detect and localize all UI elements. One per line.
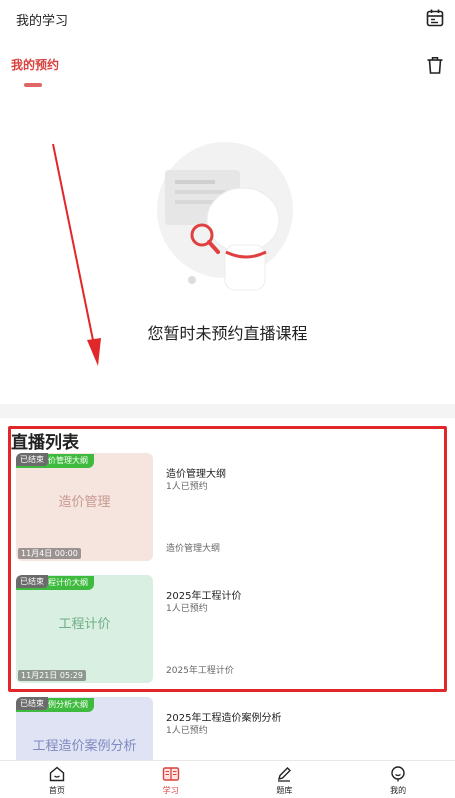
section-divider bbox=[0, 404, 455, 418]
live-list-title: 直播列表 bbox=[11, 433, 79, 453]
nav-question-bank[interactable]: 题库 bbox=[228, 761, 342, 798]
page-title: 我的学习 bbox=[16, 14, 69, 29]
booked-count: 1人已预约 bbox=[166, 726, 208, 736]
nav-study[interactable]: 学习 bbox=[114, 761, 228, 798]
status-badge: 已结束 bbox=[16, 575, 48, 588]
tab-indicator bbox=[24, 83, 42, 87]
nav-mine-label: 我的 bbox=[390, 786, 407, 795]
user-icon bbox=[391, 766, 405, 782]
nav-home[interactable]: 首页 bbox=[0, 761, 114, 798]
live-time: 11月21日 05:29 bbox=[18, 670, 86, 681]
course-category: 2025年工程计价 bbox=[166, 666, 234, 676]
live-item[interactable]: 造价管理 造价管理大纲 已结束 11月4日 00:00 造价管理大纲 1人已预约… bbox=[16, 453, 446, 563]
empty-state-message: 您暂时未预约直播课程 bbox=[147, 324, 308, 343]
trash-icon[interactable] bbox=[425, 55, 445, 75]
course-title: 2025年工程造价案例分析 bbox=[166, 713, 282, 724]
course-title: 造价管理大纲 bbox=[166, 469, 226, 480]
live-item[interactable]: 工程计价 工程计价大纲 已结束 11月21日 05:29 2025年工程计价 1… bbox=[16, 575, 446, 685]
nav-study-label: 学习 bbox=[162, 786, 179, 795]
live-time: 11月4日 00:00 bbox=[18, 548, 81, 559]
course-title: 2025年工程计价 bbox=[166, 591, 242, 602]
book-icon bbox=[162, 767, 179, 781]
pencil-icon bbox=[278, 767, 292, 782]
live-item[interactable]: 工程造价案例分析 案例分析大纲 已结束 2025年工程造价案例分析 1人已预约 bbox=[16, 697, 446, 763]
home-icon bbox=[49, 766, 65, 782]
calendar-icon[interactable] bbox=[425, 8, 445, 28]
nav-home-label: 首页 bbox=[48, 786, 65, 795]
tab-bar: 我的预约 bbox=[0, 50, 455, 90]
booked-count: 1人已预约 bbox=[166, 604, 208, 614]
tab-my-reservations[interactable]: 我的预约 bbox=[11, 56, 59, 73]
course-thumbnail: 工程造价案例分析 案例分析大纲 已结束 bbox=[16, 697, 153, 763]
empty-illustration bbox=[157, 142, 293, 291]
nav-mine[interactable]: 我的 bbox=[341, 761, 455, 798]
booked-count: 1人已预约 bbox=[166, 482, 208, 492]
top-bar: 我的学习 bbox=[0, 0, 455, 38]
nav-question-bank-label: 题库 bbox=[276, 786, 293, 795]
course-category: 造价管理大纲 bbox=[166, 544, 221, 554]
empty-state: 您暂时未预约直播课程 bbox=[0, 100, 455, 400]
status-badge: 已结束 bbox=[16, 453, 48, 466]
course-thumbnail: 造价管理 造价管理大纲 已结束 11月4日 00:00 bbox=[16, 453, 153, 561]
bottom-nav: 首页 学习 题库 我的 bbox=[0, 760, 455, 798]
course-thumbnail: 工程计价 工程计价大纲 已结束 11月21日 05:29 bbox=[16, 575, 153, 683]
status-badge: 已结束 bbox=[16, 697, 48, 710]
live-list-section: 直播列表 造价管理 造价管理大纲 已结束 11月4日 00:00 造价管理大纲 … bbox=[0, 418, 455, 763]
